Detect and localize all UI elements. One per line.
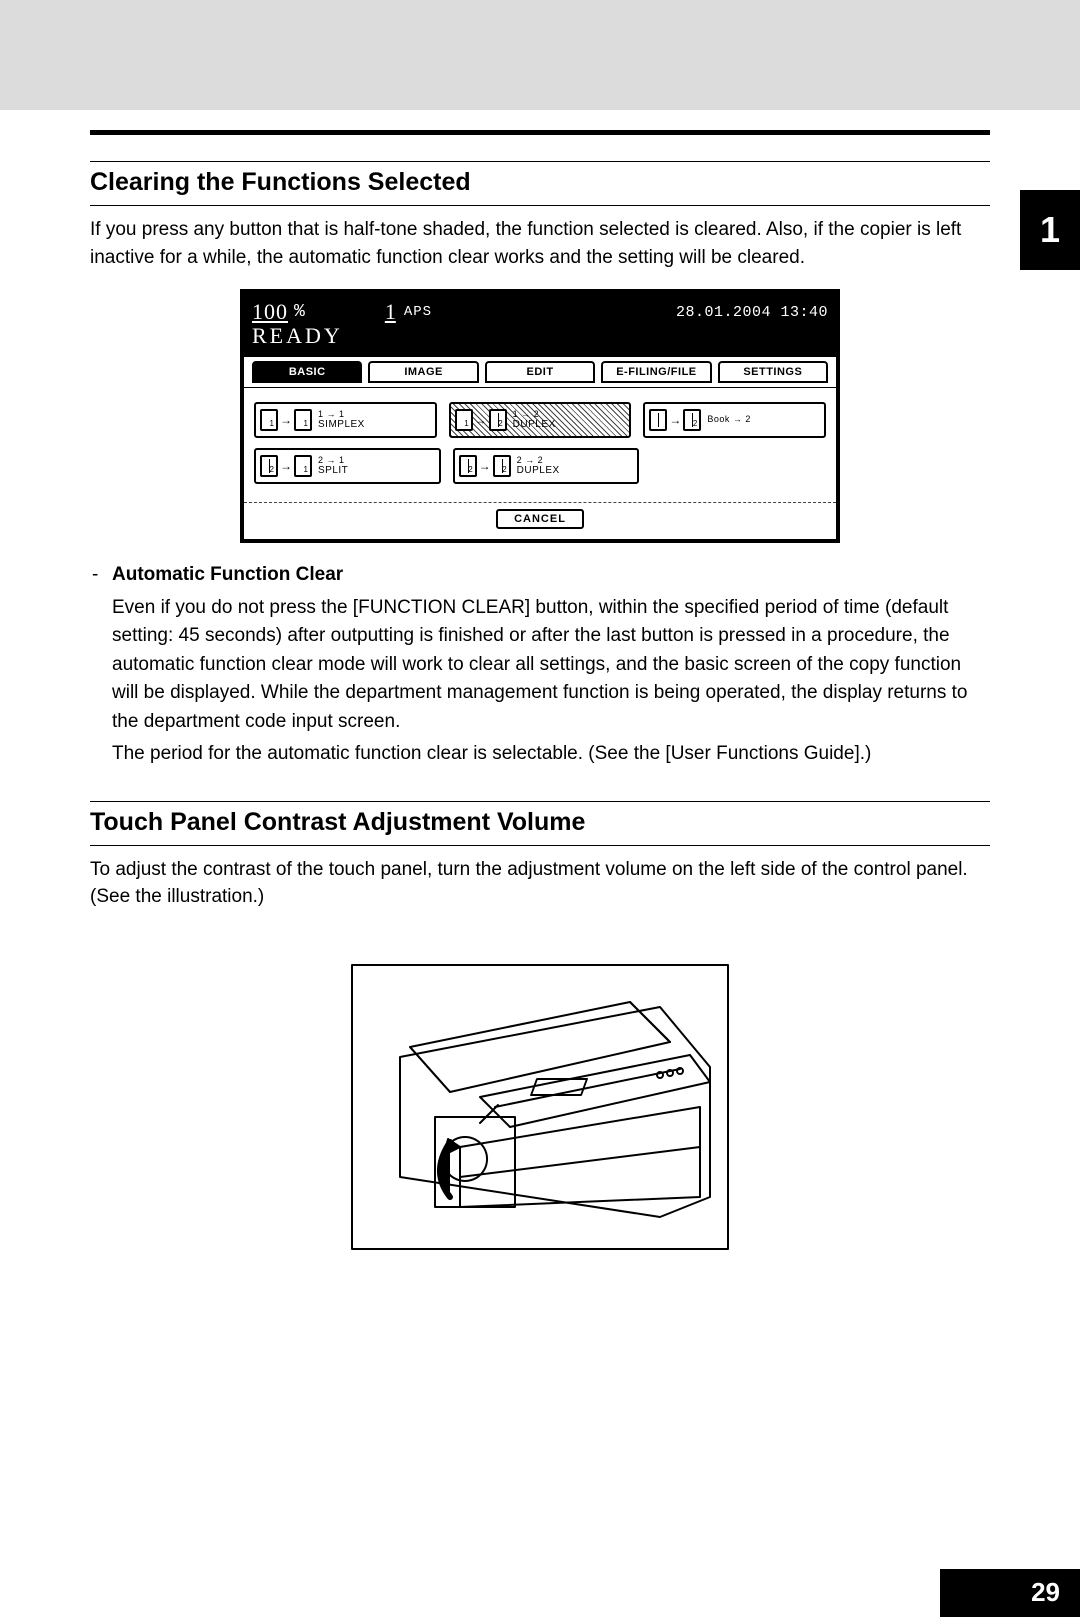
simplex-icon: 1→1 [260, 409, 312, 431]
book-icon: →2 [649, 409, 701, 431]
tab-basic[interactable]: BASIC [252, 361, 362, 383]
book-line1: Book → 2 [707, 415, 751, 424]
duplex12-icon: 1→2 [455, 409, 507, 431]
copier-illustration [330, 947, 750, 1267]
thick-rule [90, 130, 990, 135]
afc-title: Automatic Function Clear [112, 564, 343, 585]
mode-split[interactable]: 2→1 2 → 1 SPLIT [254, 448, 441, 484]
afc-body2: The period for the automatic function cl… [90, 740, 990, 769]
screen-header: 100 % 1 APS 28.01.2004 13:40 READY [244, 293, 836, 357]
split-line2: SPLIT [318, 466, 348, 477]
cancel-button[interactable]: CANCEL [496, 509, 584, 529]
tab-edit[interactable]: EDIT [485, 361, 595, 383]
afc-item: - Automatic Function Clear [90, 561, 990, 590]
duplex12-line2: DUPLEX [513, 420, 556, 431]
simplex-line2: SIMPLEX [318, 420, 365, 431]
mode-duplex-1to2[interactable]: 1→2 1 → 2 DUPLEX [449, 402, 632, 438]
tab-efiling-file[interactable]: E-FILING/FILE [601, 361, 711, 383]
timestamp: 28.01.2004 13:40 [676, 304, 828, 321]
section2-paragraph: To adjust the contrast of the touch pane… [90, 856, 990, 911]
tab-settings[interactable]: SETTINGS [718, 361, 828, 383]
section1-paragraph: If you press any button that is half-ton… [90, 216, 990, 271]
page-number: 29 [940, 1569, 1080, 1617]
copier-screen: 100 % 1 APS 28.01.2004 13:40 READY BASIC… [240, 289, 840, 543]
mode-simplex[interactable]: 1→1 1 → 1 SIMPLEX [254, 402, 437, 438]
dash-bullet: - [92, 561, 98, 590]
duplex22-icon: 2→2 [459, 455, 511, 477]
percent-symbol: % [294, 302, 305, 322]
section1-heading: Clearing the Functions Selected [90, 162, 990, 205]
section-rule-bottom [90, 205, 990, 206]
top-gray-band [0, 0, 1080, 110]
section2-heading: Touch Panel Contrast Adjustment Volume [90, 802, 990, 845]
afc-body1: Even if you do not press the [FUNCTION C… [90, 594, 990, 737]
section2-rule-bottom [90, 845, 990, 846]
zoom-percent: 100 [252, 299, 288, 325]
duplex22-line2: DUPLEX [517, 466, 560, 477]
aps-label: APS [404, 304, 432, 320]
ready-label: READY [252, 323, 828, 349]
tab-image[interactable]: IMAGE [368, 361, 478, 383]
duplex-modes: 1→1 1 → 1 SIMPLEX 1→2 1 → 2 DU [244, 388, 836, 502]
copy-quantity: 1 [385, 299, 396, 325]
split-icon: 2→1 [260, 455, 312, 477]
tabs-row: BASIC IMAGE EDIT E-FILING/FILE SETTINGS [244, 357, 836, 388]
chapter-tab: 1 [1020, 190, 1080, 270]
mode-book-to-2[interactable]: →2 Book → 2 [643, 402, 826, 438]
mode-duplex-2to2[interactable]: 2→2 2 → 2 DUPLEX [453, 448, 640, 484]
